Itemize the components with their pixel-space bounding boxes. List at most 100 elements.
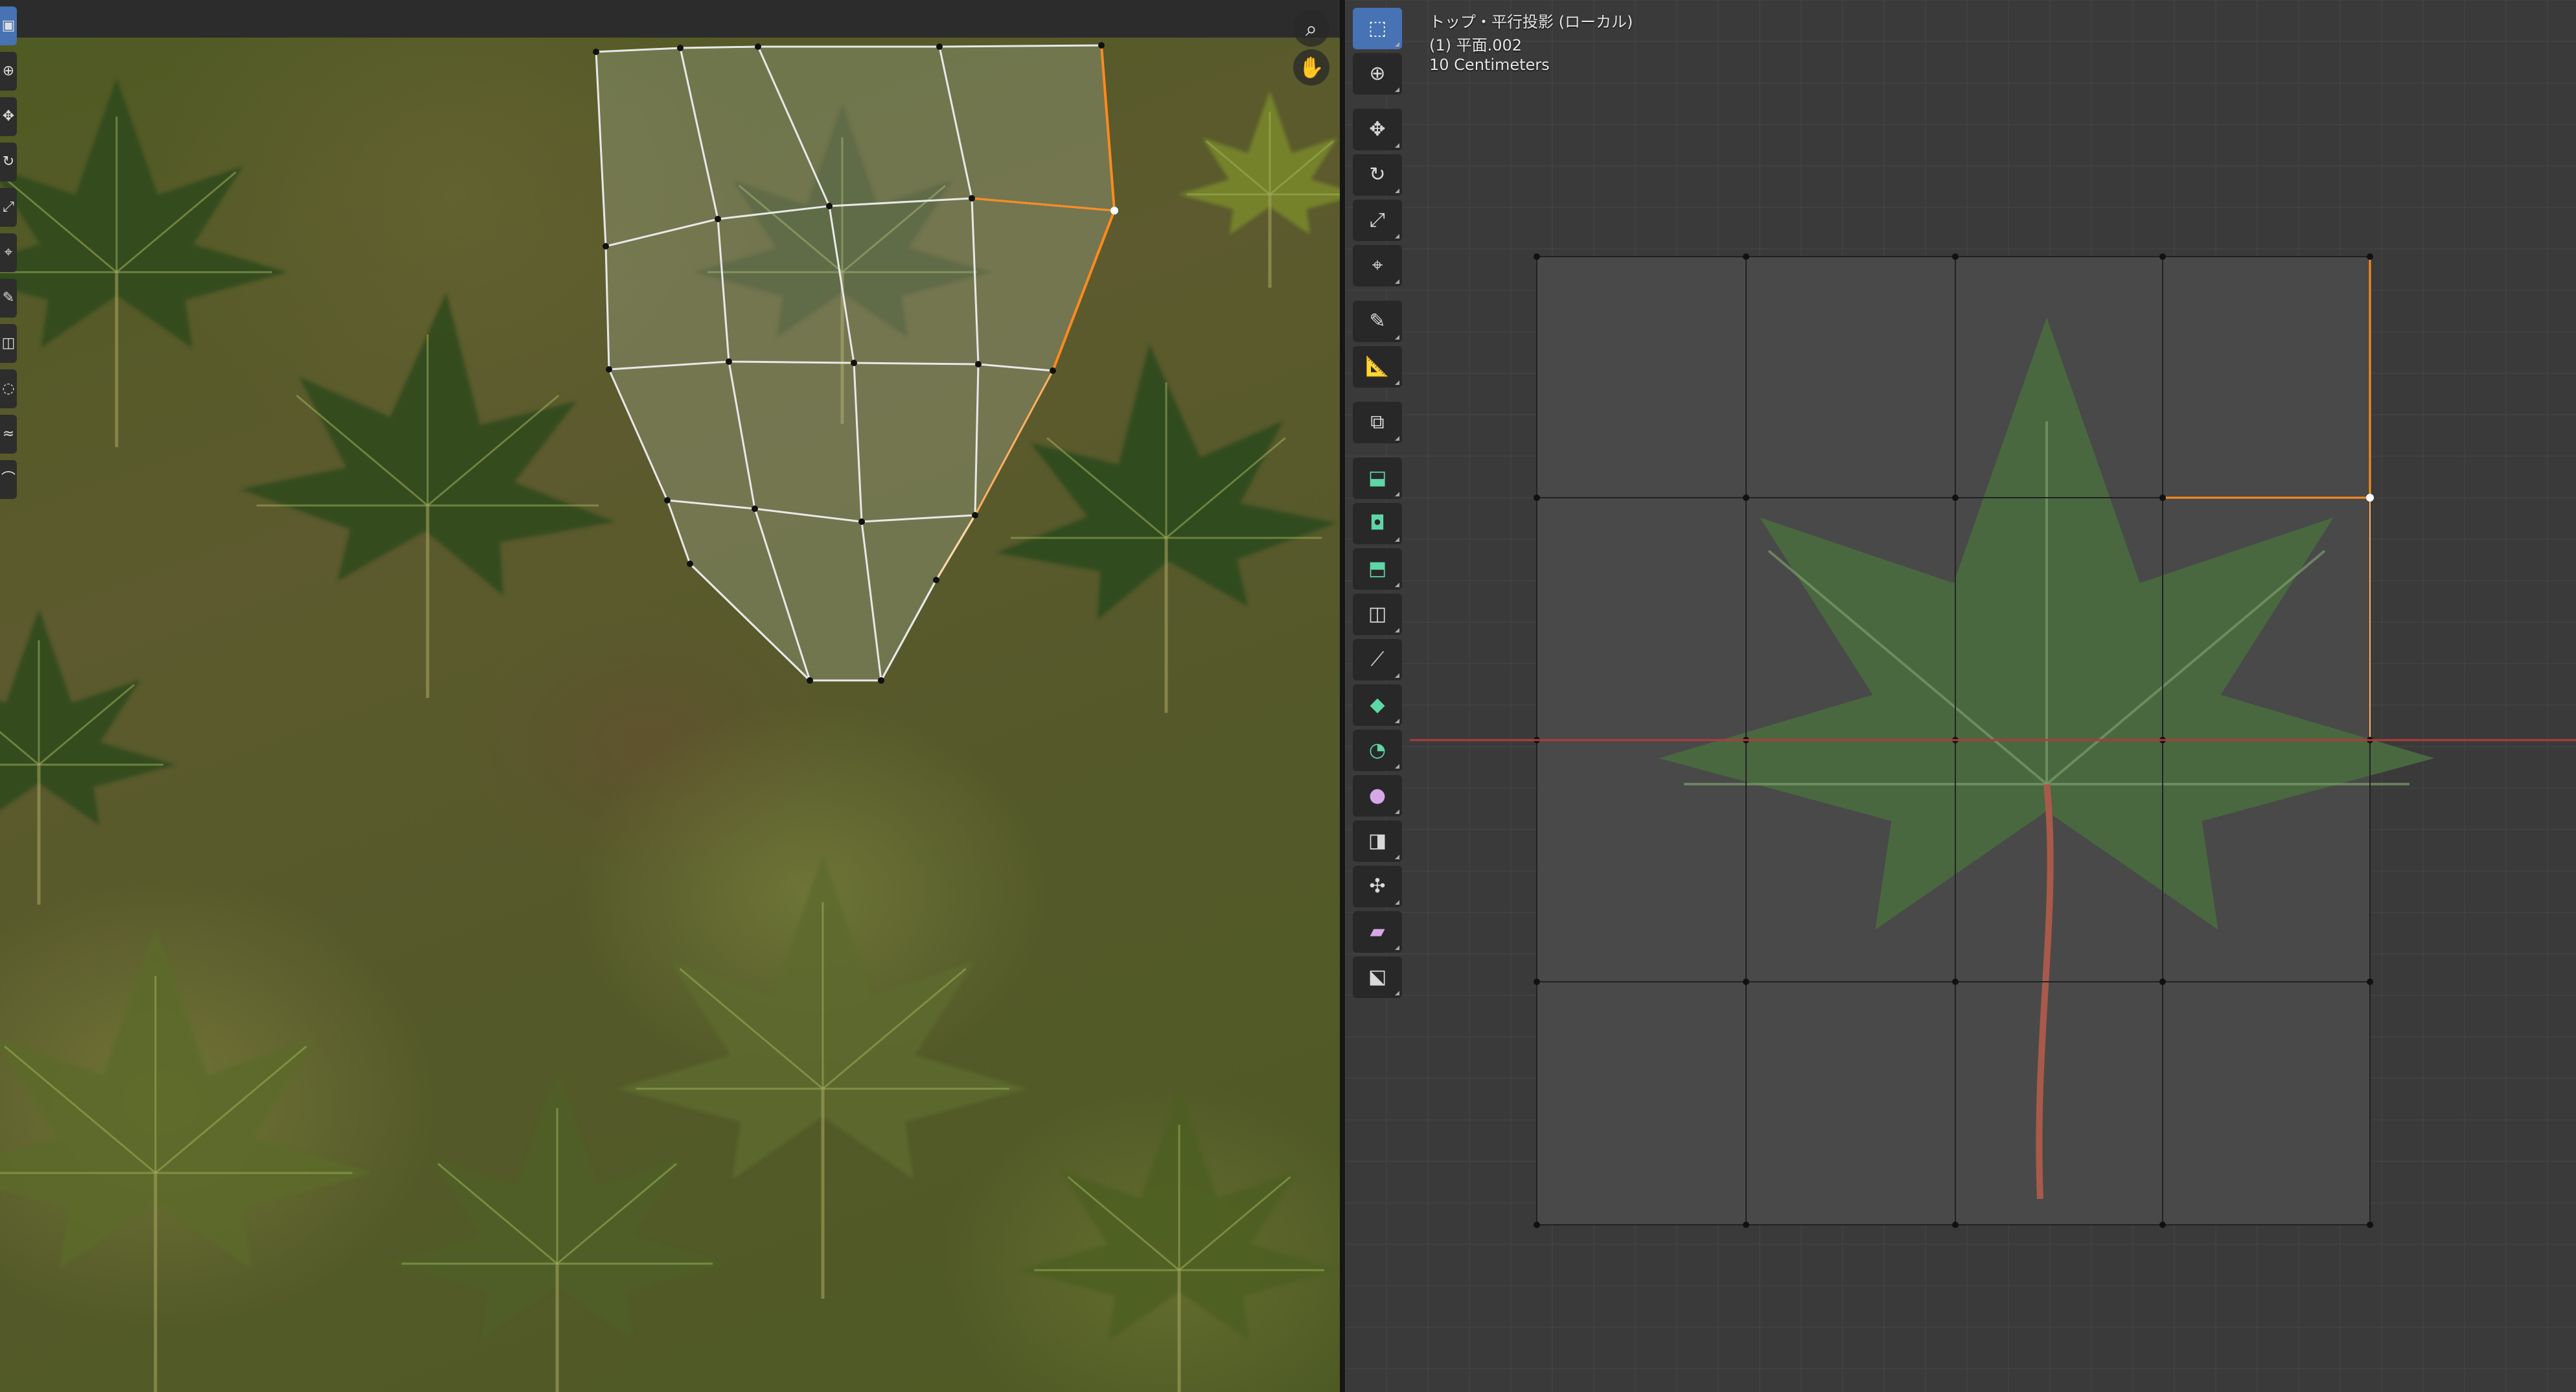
grab-icon[interactable]: ◌ [0, 369, 17, 408]
transform-icon[interactable]: ⌖ [1353, 245, 1402, 286]
rip-icon[interactable]: ◫ [0, 324, 17, 363]
cursor-icon[interactable]: ⊕ [1353, 53, 1402, 95]
poly-build-icon[interactable]: ◆ [1353, 684, 1402, 726]
rotate-icon[interactable]: ↻ [0, 143, 17, 181]
uv-vertex [677, 45, 684, 51]
uv-vertex [755, 43, 761, 50]
spin-icon[interactable]: ◔ [1353, 730, 1402, 771]
inset-faces-icon[interactable]: ◘ [1353, 503, 1402, 544]
mesh-vertex [2159, 979, 2166, 985]
tool-separator [1353, 447, 1405, 458]
submenu-indicator [1395, 234, 1399, 238]
submenu-indicator [1395, 809, 1399, 814]
submenu-indicator [1395, 279, 1399, 284]
move-icon[interactable]: ✥ [1353, 109, 1402, 150]
submenu-indicator [1395, 380, 1399, 385]
uv-vertex [1050, 367, 1056, 374]
select-box-icon[interactable]: ⬚ [1353, 8, 1402, 49]
grid-scale: 10 Centimeters [1429, 56, 1550, 74]
submenu-indicator [1395, 335, 1399, 340]
submenu-indicator [1395, 87, 1399, 92]
uv-vertex [664, 497, 671, 504]
mesh-vertex [2367, 979, 2373, 985]
submenu-indicator [1395, 764, 1399, 769]
submenu-indicator [1395, 583, 1399, 587]
mesh-vertex [1743, 979, 1749, 985]
bevel-icon[interactable]: ⬒ [1353, 548, 1402, 590]
select-box-icon[interactable]: ▣ [0, 6, 17, 45]
submenu-indicator [1395, 719, 1399, 723]
mesh-vertex [2159, 1222, 2166, 1228]
measure-icon[interactable]: 📐 [1353, 346, 1402, 388]
submenu-indicator [1395, 900, 1399, 905]
mesh-vertex [1743, 1222, 1749, 1228]
submenu-indicator [1395, 628, 1399, 632]
uv-edge [680, 45, 759, 49]
submenu-indicator [1395, 673, 1399, 678]
mesh-vertex [1952, 494, 1959, 501]
move-icon[interactable]: ✥ [0, 97, 17, 136]
submenu-indicator [1395, 537, 1399, 542]
shrink-fatten-icon[interactable]: ✣ [1353, 866, 1402, 907]
uv-vertex [1098, 42, 1105, 49]
knife-icon[interactable]: ⟋ [1353, 639, 1402, 680]
uv-texture-canvas[interactable] [0, 0, 1340, 1392]
rip-region-icon[interactable]: ⬕ [1353, 957, 1402, 998]
area-divider[interactable] [1340, 0, 1345, 1392]
uv-edge [853, 362, 979, 365]
active-vertex [2366, 494, 2374, 502]
annotate-icon[interactable]: ✎ [0, 279, 17, 318]
uv-vertex [933, 577, 939, 583]
annotate-icon[interactable]: ✎ [1353, 301, 1402, 342]
submenu-indicator [1395, 436, 1399, 441]
edge-slide-icon[interactable]: ◨ [1353, 820, 1402, 862]
cursor-icon[interactable]: ⊕ [0, 52, 17, 91]
smooth-icon[interactable]: ● [1353, 775, 1402, 817]
submenu-indicator [1395, 991, 1399, 995]
relax-icon[interactable]: ≈ [0, 415, 17, 454]
background-leaf [0, 927, 373, 1269]
submenu-indicator [1395, 492, 1399, 496]
transform-icon[interactable]: ⌖ [0, 233, 17, 272]
tool-shelf: ⬚ ⊕ ✥ ↻ ⤢ ⌖ ✎ 📐 ⧉ ⬓ ◘ ⬒ ◫ ⟋ ◆ ◔ ● ◨ ✣ ▰ ⬕ [1353, 8, 1405, 1002]
mesh-vertex [2367, 1222, 2373, 1228]
mesh-vertex [1534, 1222, 1540, 1228]
mesh-vertex [1952, 979, 1959, 985]
mesh-vertex [1534, 494, 1540, 501]
mesh-vertex [1952, 1222, 1959, 1228]
uv-vertex [972, 512, 978, 518]
uv-vertex [878, 677, 884, 684]
loop-cut-icon[interactable]: ◫ [1353, 594, 1402, 635]
hand-pan-icon[interactable]: ✋ [1293, 49, 1329, 86]
tool-separator [1353, 99, 1405, 109]
uv-vertex [858, 518, 865, 525]
submenu-indicator [1395, 143, 1399, 148]
add-cube-icon[interactable]: ⧉ [1353, 402, 1402, 443]
uv-vertex [687, 561, 693, 567]
pinch-icon[interactable]: ⌒ [0, 460, 17, 499]
uv-vertex [603, 243, 609, 249]
zoom-icon[interactable]: ⌕ [1293, 10, 1329, 47]
scale-icon[interactable]: ⤢ [1353, 200, 1402, 241]
uv-vertex [593, 49, 599, 55]
tool-separator [1353, 290, 1405, 301]
extrude-region-icon[interactable]: ⬓ [1353, 458, 1402, 499]
object-name: (1) 平面.002 [1429, 36, 1523, 54]
mesh-vertex [2159, 494, 2166, 501]
uv-vertex [606, 366, 612, 373]
rotate-icon[interactable]: ↻ [1353, 154, 1402, 196]
3d-viewport[interactable]: トップ・平行投影 (ローカル) (1) 平面.002 10 Centimeter… [1345, 0, 2576, 1392]
submenu-indicator [1395, 945, 1399, 950]
mesh-vertex [2159, 253, 2166, 260]
uv-vertex [851, 360, 857, 366]
mesh-vertex [2367, 253, 2373, 260]
viewport-canvas[interactable] [1345, 0, 2576, 1392]
scale-icon[interactable]: ⤢ [0, 188, 17, 227]
uv-vertex [807, 677, 813, 684]
uv-vertex [752, 505, 758, 512]
uv-editor[interactable]: ▣ ⊕ ✥ ↻ ⤢ ⌖ ✎ ◫ ◌ ≈ ⌒ ⌕ ✋ [0, 0, 1340, 1392]
mesh-vertex [1534, 253, 1540, 260]
shear-icon[interactable]: ▰ [1353, 911, 1402, 953]
uv-vertex [826, 203, 833, 209]
uv-vertex [936, 43, 943, 50]
